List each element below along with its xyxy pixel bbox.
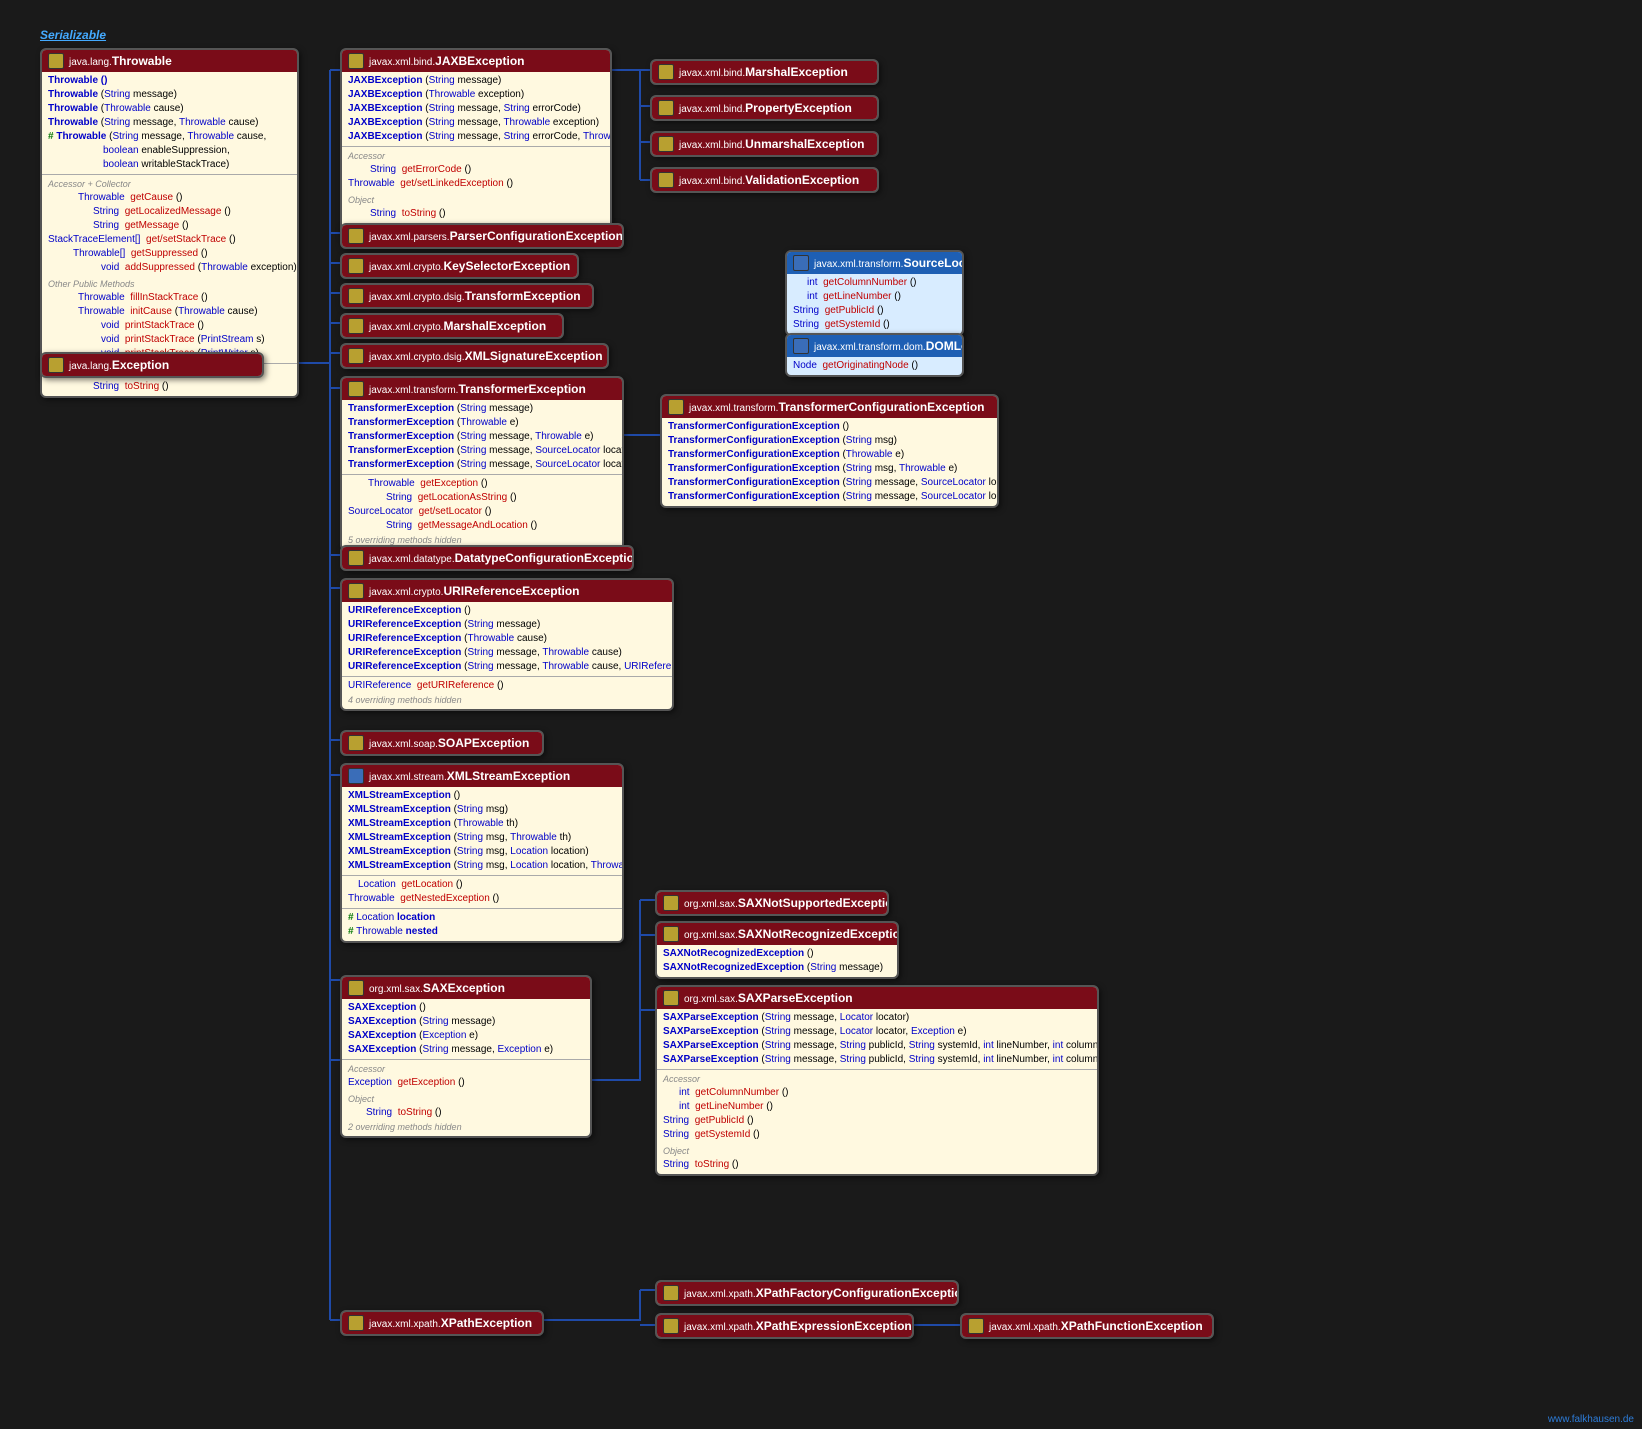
class-datatype[interactable]: javax.xml.datatype.DatatypeConfiguration… <box>340 545 634 571</box>
interface-sourcelocator[interactable]: javax.xml.transform.SourceLocator int ge… <box>785 250 964 336</box>
class-icon <box>348 228 364 244</box>
class-transformdsig[interactable]: javax.xml.crypto.dsig.TransformException <box>340 283 594 309</box>
class-soap[interactable]: javax.xml.soap.SOAPException <box>340 730 544 756</box>
class-xmlstream[interactable]: javax.xml.stream.XMLStreamException XMLS… <box>340 763 624 943</box>
class-transformercfg[interactable]: javax.xml.transform.TransformerConfigura… <box>660 394 999 508</box>
class-icon <box>348 53 364 69</box>
class-icon <box>348 318 364 334</box>
class-saxnotsupported[interactable]: org.xml.sax.SAXNotSupportedException <box>655 890 889 916</box>
class-exception[interactable]: java.lang.Exception <box>40 352 264 378</box>
class-marshalexception[interactable]: javax.xml.bind.MarshalException <box>650 59 879 85</box>
interface-icon <box>793 255 809 271</box>
class-icon <box>348 980 364 996</box>
class-icon <box>48 53 64 69</box>
class-icon <box>348 768 364 784</box>
class-icon <box>968 1318 984 1334</box>
class-propertyexception[interactable]: javax.xml.bind.PropertyException <box>650 95 879 121</box>
class-xpathexpr[interactable]: javax.xml.xpath.XPathExpressionException <box>655 1313 914 1339</box>
class-sax[interactable]: org.xml.sax.SAXException SAXException ()… <box>340 975 592 1138</box>
class-marshalcrypto[interactable]: javax.xml.crypto.MarshalException <box>340 313 564 339</box>
class-icon <box>658 172 674 188</box>
class-saxnotrecognized[interactable]: org.xml.sax.SAXNotRecognizedException SA… <box>655 921 899 979</box>
class-icon <box>348 1315 364 1331</box>
class-icon <box>663 1318 679 1334</box>
serializable-link[interactable]: Serializable <box>40 28 106 42</box>
class-unmarshalexception[interactable]: javax.xml.bind.UnmarshalException <box>650 131 879 157</box>
class-icon <box>348 583 364 599</box>
footer-link[interactable]: www.falkhausen.de <box>1548 1414 1634 1425</box>
class-icon <box>663 895 679 911</box>
class-icon <box>48 357 64 373</box>
class-saxparse[interactable]: org.xml.sax.SAXParseException SAXParseEx… <box>655 985 1099 1176</box>
class-icon <box>658 64 674 80</box>
class-icon <box>668 399 684 415</box>
class-icon <box>348 550 364 566</box>
class-icon <box>663 990 679 1006</box>
class-icon <box>663 1285 679 1301</box>
class-icon <box>658 136 674 152</box>
class-xpathfactory[interactable]: javax.xml.xpath.XPathFactoryConfiguratio… <box>655 1280 959 1306</box>
class-icon <box>663 926 679 942</box>
class-icon <box>348 735 364 751</box>
class-icon <box>348 288 364 304</box>
interface-domlocator[interactable]: javax.xml.transform.dom.DOMLocator Node … <box>785 333 964 377</box>
interface-icon <box>793 338 809 354</box>
diagram-canvas: Serializable java.lang.Throwable Throwab… <box>0 0 1642 1429</box>
class-xmlsig[interactable]: javax.xml.crypto.dsig.XMLSignatureExcept… <box>340 343 609 369</box>
class-xpathfunc[interactable]: javax.xml.xpath.XPathFunctionException <box>960 1313 1214 1339</box>
class-uriref[interactable]: javax.xml.crypto.URIReferenceException U… <box>340 578 674 711</box>
class-icon <box>348 381 364 397</box>
class-icon <box>348 348 364 364</box>
class-icon <box>658 100 674 116</box>
class-jaxbexception[interactable]: javax.xml.bind.JAXBException JAXBExcepti… <box>340 48 612 239</box>
class-icon <box>348 258 364 274</box>
class-validationexception[interactable]: javax.xml.bind.ValidationException <box>650 167 879 193</box>
class-throwable[interactable]: java.lang.Throwable Throwable () Throwab… <box>40 48 299 398</box>
class-parsercfg[interactable]: javax.xml.parsers.ParserConfigurationExc… <box>340 223 624 249</box>
class-transformer[interactable]: javax.xml.transform.TransformerException… <box>340 376 624 551</box>
class-keyselector[interactable]: javax.xml.crypto.KeySelectorException <box>340 253 579 279</box>
class-xpath[interactable]: javax.xml.xpath.XPathException <box>340 1310 544 1336</box>
